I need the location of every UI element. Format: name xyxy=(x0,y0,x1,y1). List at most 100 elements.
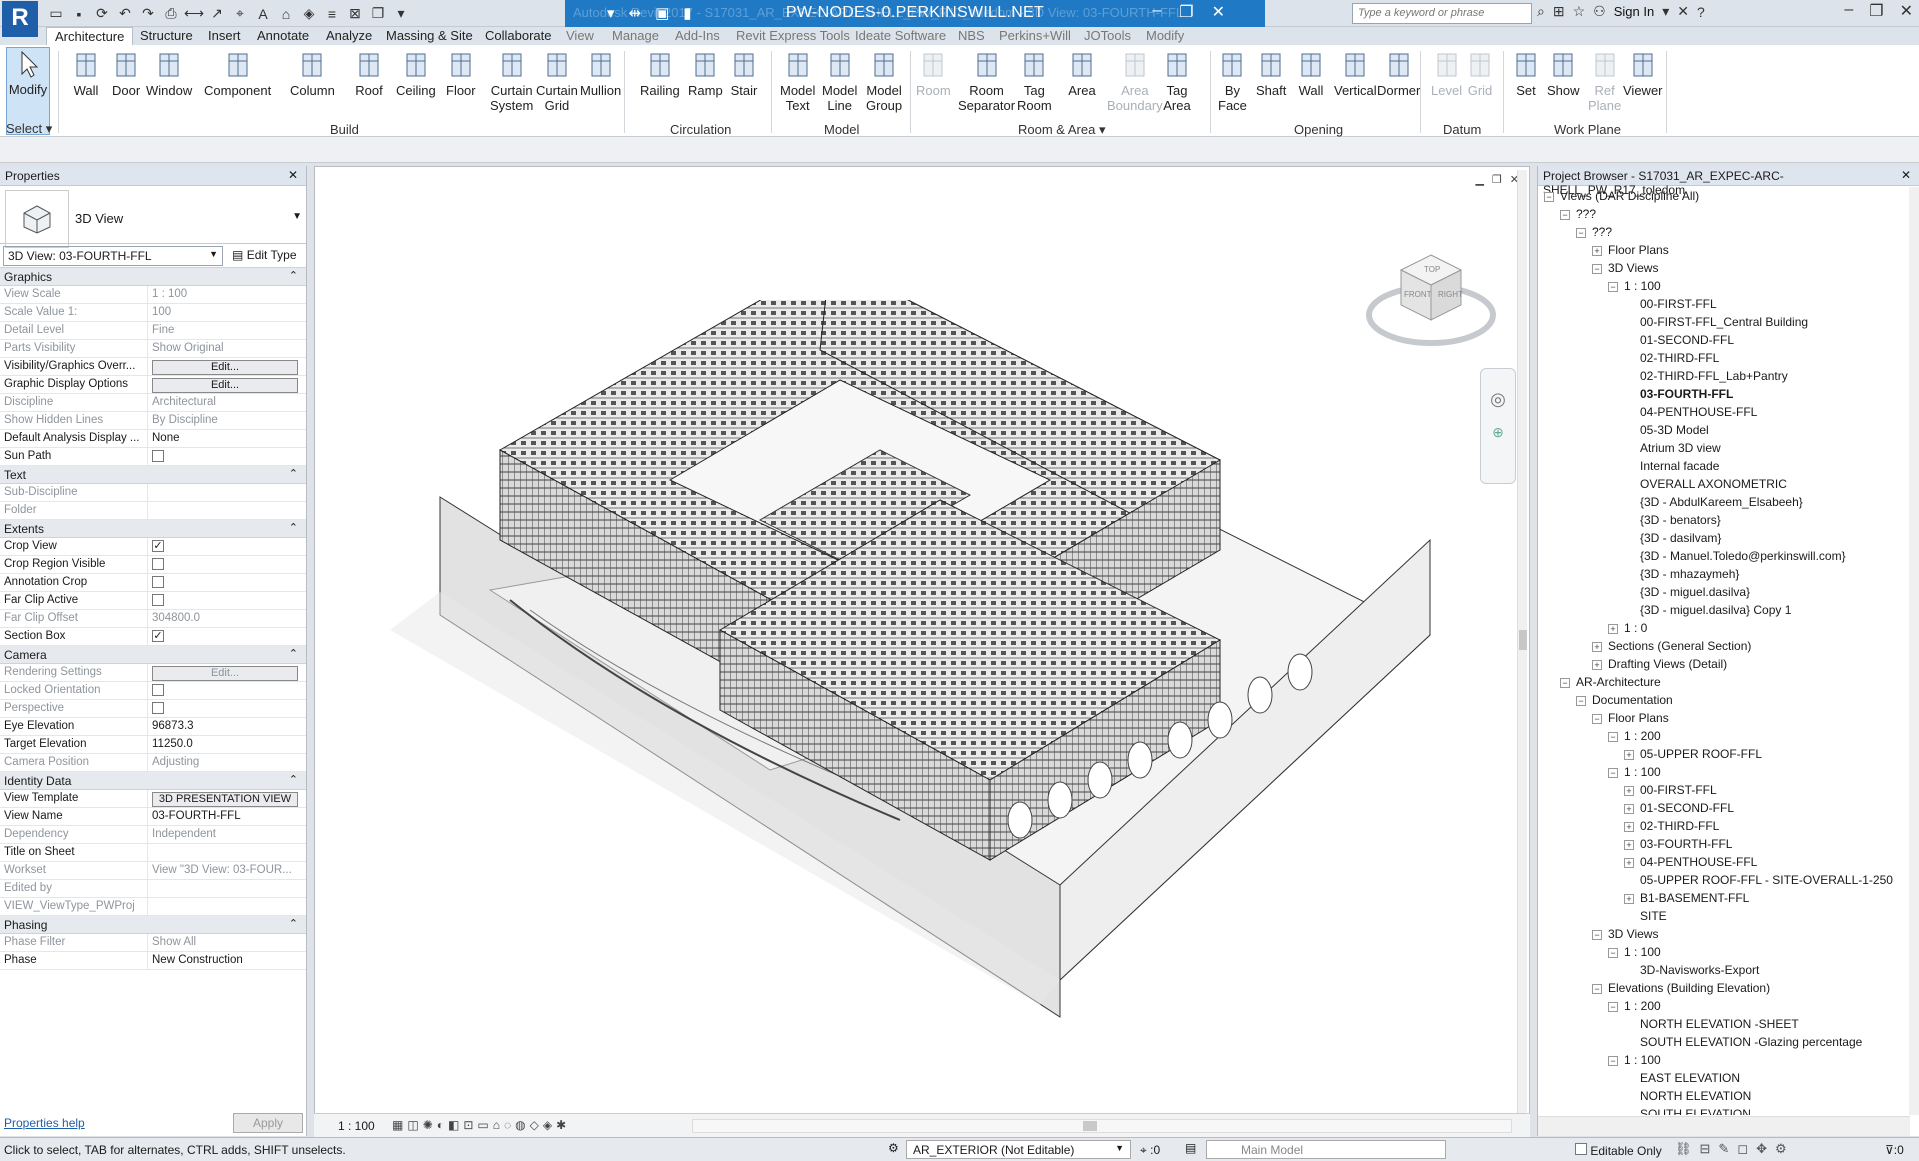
chevron-down-icon[interactable]: ▾ xyxy=(1662,3,1669,20)
edit-button[interactable]: Edit... xyxy=(152,360,298,375)
tree-item[interactable]: 3D-Navisworks-Export xyxy=(1640,961,1759,979)
tree-item[interactable]: − Views (DAR Discipline All) xyxy=(1544,187,1699,205)
viewport-vertical-scrollbar[interactable] xyxy=(1517,170,1527,1120)
model-group-button[interactable]: Model Group xyxy=(866,49,902,113)
tab-massing-site[interactable]: Massing & Site xyxy=(386,27,473,45)
collapse-icon[interactable]: − xyxy=(1608,1055,1618,1066)
property-value[interactable] xyxy=(148,448,306,465)
property-value[interactable]: 11250.0 xyxy=(148,736,306,753)
shadows-icon[interactable]: ◐ xyxy=(437,1118,444,1132)
property-value[interactable]: New Construction xyxy=(148,952,306,969)
edit-button[interactable]: Edit... xyxy=(152,378,298,393)
expand-icon[interactable]: + xyxy=(1592,641,1602,652)
tree-item[interactable]: EAST ELEVATION xyxy=(1640,1069,1740,1087)
restore-icon[interactable]: ❐ xyxy=(1179,2,1193,22)
collapse-icon[interactable]: − xyxy=(1560,677,1570,688)
switch-windows-icon[interactable]: ❐ xyxy=(368,4,388,23)
property-checkbox[interactable] xyxy=(152,576,164,588)
property-section-identity-data[interactable]: Identity Data ⌃ xyxy=(0,772,306,790)
tree-item[interactable]: −1 : 100 xyxy=(1608,763,1661,781)
edit-button[interactable]: Edit... xyxy=(152,666,298,681)
property-value[interactable]: ✓ xyxy=(148,538,306,555)
edit-type-button[interactable]: ▤ Edit Type xyxy=(232,248,297,262)
tree-item[interactable]: {3D - miguel.dasilva} Copy 1 xyxy=(1640,601,1791,619)
tree-item[interactable]: 02-THIRD-FFL_Lab+Pantry xyxy=(1640,367,1788,385)
expand-icon[interactable]: + xyxy=(1624,749,1634,760)
select-panel-label[interactable]: Select ▾ xyxy=(6,121,52,137)
model-line-button[interactable]: Model Line xyxy=(822,49,857,113)
property-value[interactable]: 96873.3 xyxy=(148,718,306,735)
property-value[interactable]: ✓ xyxy=(148,628,306,645)
design-option-select[interactable]: Main Model xyxy=(1206,1140,1446,1159)
tree-item[interactable]: − Documentation xyxy=(1576,691,1673,709)
collapse-icon[interactable]: − xyxy=(1608,731,1618,742)
tag-icon[interactable]: ⌖ xyxy=(230,4,250,23)
window-button[interactable]: Window xyxy=(146,49,192,98)
tree-item[interactable]: − Elevations (Building Elevation) xyxy=(1592,979,1770,997)
measure-icon[interactable]: ⟷ xyxy=(184,4,204,23)
set-button[interactable]: Set xyxy=(1512,49,1540,98)
communication-icon[interactable]: ⊞ xyxy=(1553,3,1565,20)
print-icon[interactable]: ⎙ xyxy=(161,4,181,23)
section-icon[interactable]: ◈ xyxy=(299,4,319,23)
roof-button[interactable]: Roof xyxy=(355,49,383,98)
expand-icon[interactable]: + xyxy=(1624,857,1634,868)
tab-annotate[interactable]: Annotate xyxy=(257,27,309,45)
tab-analyze[interactable]: Analyze xyxy=(326,27,372,45)
render-icon[interactable]: ◧ xyxy=(448,1118,459,1132)
tree-item[interactable]: 00-FIRST-FFL_Central Building xyxy=(1640,313,1808,331)
property-section-phasing[interactable]: Phasing ⌃ xyxy=(0,916,306,934)
close-icon[interactable]: ✕ xyxy=(1212,2,1225,22)
tab-add-ins[interactable]: Add-Ins xyxy=(675,27,720,45)
edit-button[interactable]: 3D PRESENTATION VIEW xyxy=(152,792,298,807)
redo-icon[interactable]: ↷ xyxy=(138,4,158,23)
expand-icon[interactable]: + xyxy=(1608,623,1618,634)
zoom-icon[interactable]: ⊕ xyxy=(1481,424,1515,441)
tree-item[interactable]: 01-SECOND-FFL xyxy=(1640,331,1734,349)
property-checkbox[interactable] xyxy=(152,558,164,570)
scrollbar-thumb[interactable] xyxy=(1083,1121,1097,1131)
tree-item[interactable]: {3D - mhazaymeh} xyxy=(1640,565,1739,583)
drag-elements-icon[interactable]: ✥ xyxy=(1756,1141,1767,1157)
tree-item[interactable]: {3D - miguel.dasilva} xyxy=(1640,583,1750,601)
expand-icon[interactable]: + xyxy=(1624,785,1634,796)
tree-item[interactable]: NORTH ELEVATION -SHEET xyxy=(1640,1015,1799,1033)
tree-item[interactable]: 02-THIRD-FFL xyxy=(1640,349,1719,367)
tree-item[interactable]: 05-3D Model xyxy=(1640,421,1709,439)
ceiling-button[interactable]: Ceiling xyxy=(396,49,436,98)
collapse-icon[interactable]: − xyxy=(1592,983,1602,994)
thin-lines-icon[interactable]: ≡ xyxy=(322,4,342,23)
sign-in-link[interactable]: Sign In xyxy=(1614,4,1654,19)
model-text-button[interactable]: Model Text xyxy=(780,49,815,113)
select-links-icon[interactable]: ⛓ xyxy=(1675,1141,1692,1157)
shaft-button[interactable]: Shaft xyxy=(1256,49,1286,98)
tree-item[interactable]: −3D Views xyxy=(1592,925,1658,943)
3d-view-icon[interactable]: ⌂ xyxy=(276,4,296,23)
property-value[interactable]: 03-FOURTH-FFL xyxy=(148,808,306,825)
exchange-icon[interactable]: ✕ xyxy=(1677,3,1689,20)
tree-item[interactable]: Atrium 3D view xyxy=(1640,439,1721,457)
minimize-icon[interactable]: – xyxy=(1844,1,1853,21)
temporary-view-icon[interactable]: ◇ xyxy=(530,1118,539,1132)
property-section-text[interactable]: Text ⌃ xyxy=(0,466,306,484)
building-3d-model[interactable] xyxy=(340,300,1490,1020)
chevron-down-icon[interactable]: ▼ xyxy=(292,211,302,222)
filter-count[interactable]: ⊽:0 xyxy=(1885,1143,1904,1157)
open-icon[interactable]: ▭ xyxy=(46,4,66,23)
wall-button[interactable]: Wall xyxy=(72,49,100,98)
expand-icon[interactable]: + xyxy=(1624,803,1634,814)
tab-architecture[interactable]: Architecture xyxy=(46,27,134,45)
collapse-icon[interactable]: ⌃ xyxy=(289,467,298,480)
tab-modify[interactable]: Modify xyxy=(1146,27,1184,45)
tab-revit-express-tools[interactable]: Revit Express Tools xyxy=(736,27,850,45)
tree-item[interactable]: −1 : 100 xyxy=(1608,943,1661,961)
tree-item[interactable]: {3D - Manuel.Toledo@perkinswill.com} xyxy=(1640,547,1846,565)
lock-3d-icon[interactable]: ⌂ xyxy=(493,1118,500,1132)
select-underlay-icon[interactable]: ⊟ xyxy=(1700,1141,1711,1157)
search-input[interactable]: Type a keyword or phrase xyxy=(1352,3,1532,24)
vertical-button[interactable]: Vertical xyxy=(1334,49,1377,98)
property-checkbox[interactable] xyxy=(152,450,164,462)
property-checkbox[interactable] xyxy=(152,702,164,714)
type-selector[interactable]: 3D View ▼ xyxy=(0,186,306,248)
properties-help-link[interactable]: Properties help xyxy=(4,1116,85,1130)
